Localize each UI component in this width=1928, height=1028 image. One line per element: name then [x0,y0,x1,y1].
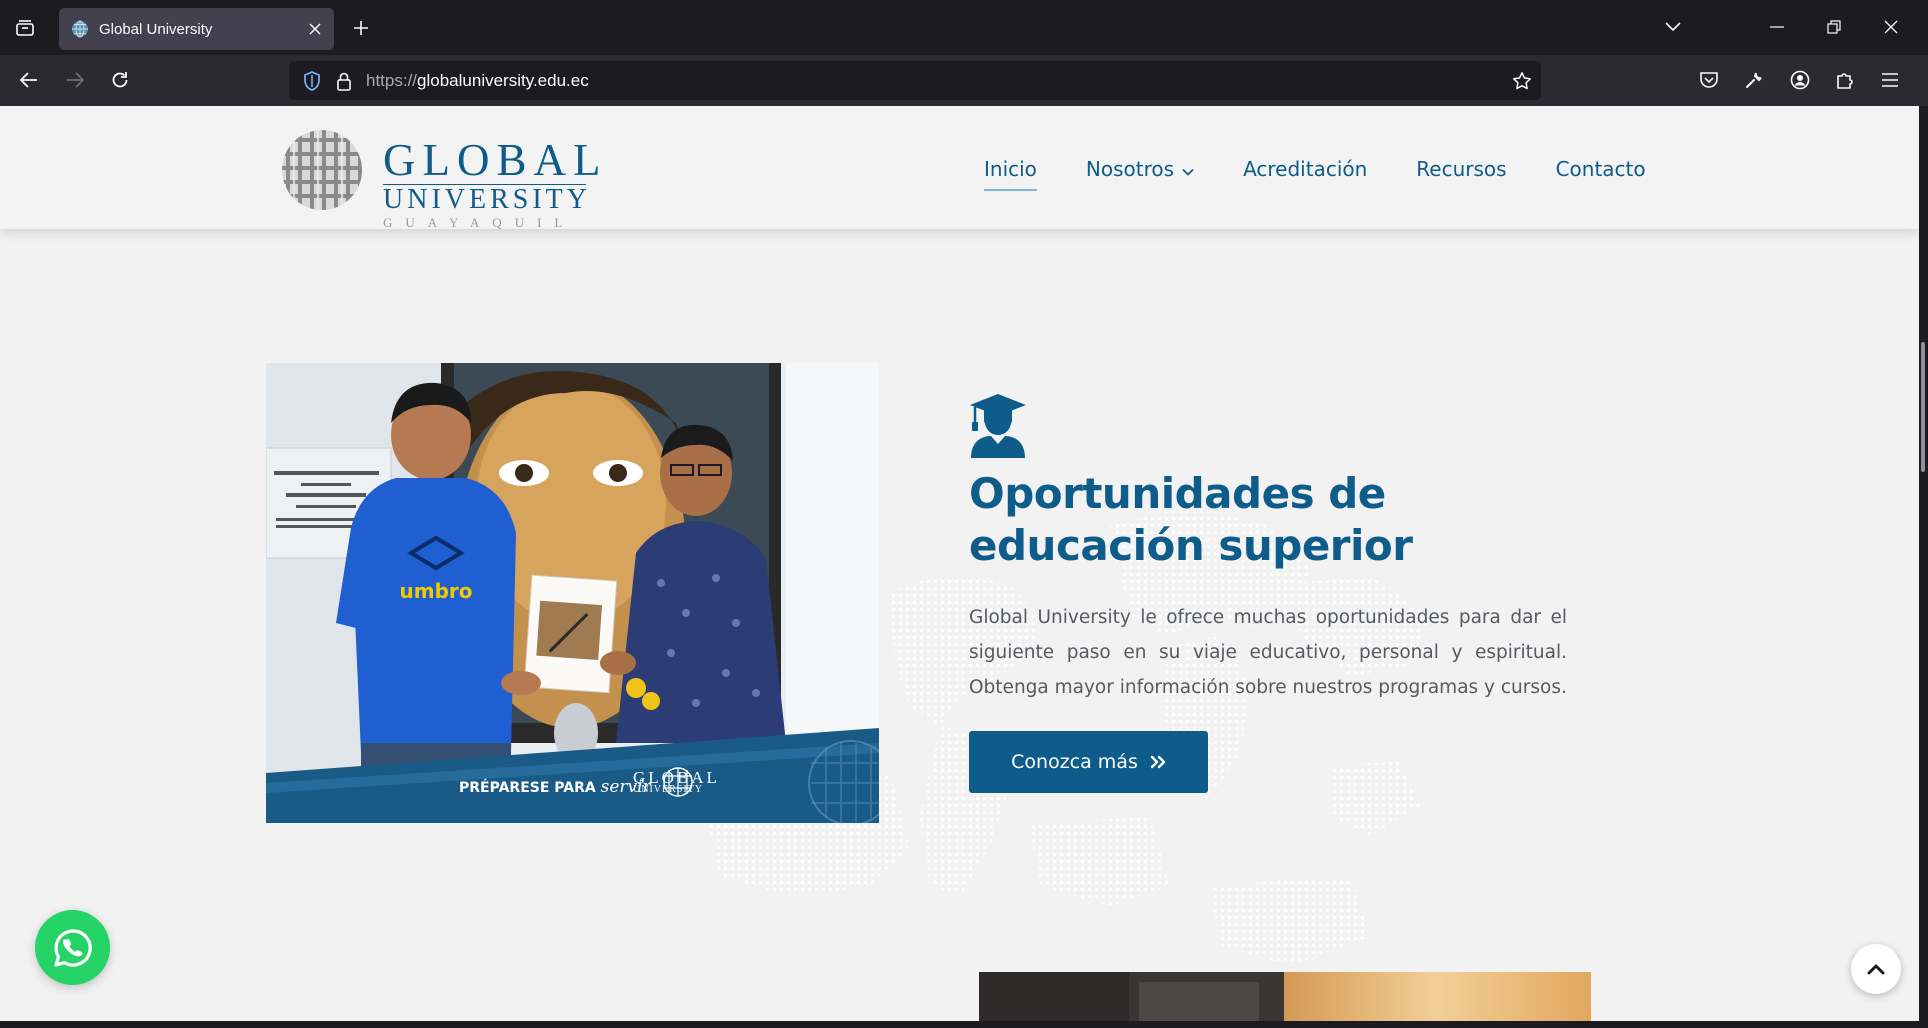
new-tab-plus-icon[interactable] [346,13,376,43]
site-logo[interactable]: GLOBAL UNIVERSITY GUAYAQUIL [280,120,600,230]
menu-item-contacto[interactable]: Contacto [1556,153,1646,185]
page-viewport: GLOBAL UNIVERSITY GUAYAQUIL Inicio Nosot… [0,106,1919,1021]
graduate-icon [970,394,1026,458]
pocket-icon[interactable] [1692,63,1726,97]
whatsapp-icon [53,928,92,967]
url-host: globaluniversity.edu.ec [417,71,589,90]
address-bar[interactable]: https://globaluniversity.edu.ec [289,61,1541,100]
hero-title: Oportunidades de educación superior [969,469,1413,570]
menu-item-label: Contacto [1555,157,1646,181]
forward-arrow-icon[interactable] [58,63,92,97]
browser-tab-bar: Global University [0,0,1928,55]
site-header: GLOBAL UNIVERSITY GUAYAQUIL Inicio Nosot… [0,106,1919,230]
star-icon[interactable] [1509,68,1535,94]
globe-logo-icon [282,130,362,210]
tab-title: Global University [99,20,213,38]
close-window-icon[interactable] [1875,12,1907,42]
restore-icon[interactable] [1818,12,1850,42]
photo-caption-prefix: PRÉPARESE PARA [459,780,596,796]
photo-logo-global: GLOBAL [633,768,720,787]
svg-text:umbro: umbro [400,579,473,603]
hero-description: Global University le ofrece muchas oport… [969,607,1567,698]
menu-item-nosotros[interactable]: Nosotros [1086,153,1194,185]
url-protocol: https:// [366,71,418,90]
photo-caption: PRÉPARESE PARA servir [459,777,651,797]
menu-item-recursos[interactable]: Recursos [1416,153,1506,185]
menu-item-label: Acreditación [1243,157,1368,181]
list-all-tabs-chevron-down-icon[interactable] [1657,12,1689,42]
browser-navigation-bar: https://globaluniversity.edu.ec [0,55,1928,106]
logo-word-university: UNIVERSITY [383,184,591,215]
scroll-to-top-button[interactable] [1851,944,1901,994]
whatsapp-button[interactable] [35,910,110,985]
next-section-image [979,972,1591,1021]
wrench-icon[interactable] [1737,63,1771,97]
double-chevron-right-icon [1150,755,1166,769]
learn-more-label: Conozca más [1011,751,1138,773]
menu-item-inicio[interactable]: Inicio [984,153,1037,191]
next-section-image-illustration [979,972,1591,1021]
scrollbar-thumb[interactable] [1921,342,1925,472]
active-tab[interactable]: Global University [59,8,334,50]
learn-more-button[interactable]: Conozca más [969,731,1208,793]
close-tab-icon[interactable] [300,14,330,44]
menu-item-label: Recursos [1416,157,1507,181]
account-icon[interactable] [1783,63,1817,97]
chevron-up-icon [1867,964,1885,975]
chevron-down-icon [1182,157,1194,181]
puzzle-icon[interactable] [1828,63,1862,97]
tab-list-icon[interactable] [10,13,40,43]
menu-item-label: Nosotros [1085,157,1175,181]
menu-item-label: Inicio [984,157,1037,181]
logo-word-city: GUAYAQUIL [383,215,576,230]
hamburger-icon[interactable] [1873,63,1907,97]
main-menu: Inicio Nosotros Acreditación Recursos Co… [984,153,1695,193]
page-scrollbar[interactable] [1919,106,1928,1021]
reload-icon[interactable] [103,63,137,97]
back-arrow-icon[interactable] [12,63,46,97]
globe-favicon-icon [71,20,89,38]
url-text: https://globaluniversity.edu.ec [366,71,589,91]
logo-word-global: GLOBAL [383,135,608,185]
hero-photo-illustration: umbro [266,363,879,823]
window-bottom-edge [0,1021,1928,1028]
minimize-icon[interactable] [1761,12,1793,42]
lock-icon[interactable] [331,68,357,94]
menu-item-acreditacion[interactable]: Acreditación [1243,153,1367,185]
photo-logo-wordmark: GLOBAL UNIVERSITY [633,768,720,796]
logo-wordmark: GLOBAL UNIVERSITY GUAYAQUIL [383,138,607,231]
hero-photo: umbro PRÉPARESE PARA servir GLOBAL UNIVE… [266,363,879,823]
shield-icon[interactable] [299,68,325,94]
